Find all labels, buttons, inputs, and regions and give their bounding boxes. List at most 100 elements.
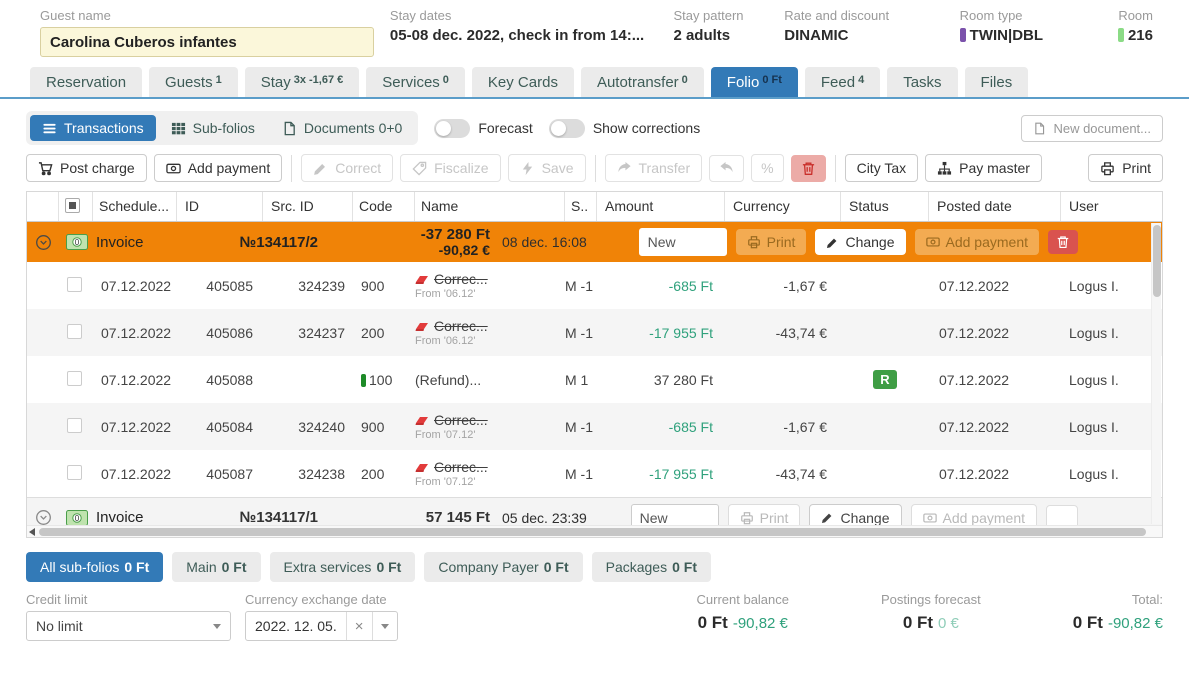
- pay-master-button[interactable]: Pay master: [925, 154, 1042, 182]
- invoice-change-button[interactable]: Change: [815, 229, 905, 255]
- undo-arrow-icon: [719, 161, 734, 176]
- invoice-delete-button[interactable]: [1048, 230, 1078, 254]
- subfolio-tab-main[interactable]: Main0 Ft: [172, 552, 260, 582]
- add-payment-button[interactable]: Add payment: [154, 154, 283, 182]
- exchange-date-picker[interactable]: 2022. 12. 05. ×: [245, 611, 398, 641]
- scroll-left-arrow-icon[interactable]: [29, 528, 35, 536]
- col-schedule[interactable]: Schedule...: [93, 192, 177, 221]
- table-row[interactable]: 07.12.2022 405088 100 (Refund)... M 1 37…: [27, 356, 1162, 403]
- tab-feed[interactable]: Feed4: [805, 67, 880, 97]
- col-code[interactable]: Code: [353, 192, 415, 221]
- credit-limit-select[interactable]: No limit: [26, 611, 231, 641]
- invoice-delete-button[interactable]: [1046, 505, 1078, 526]
- transfer-button[interactable]: Transfer: [605, 154, 703, 182]
- documents-view-button[interactable]: Documents 0+0: [270, 115, 414, 141]
- invoice-number: №134117/2: [240, 234, 318, 251]
- city-tax-button[interactable]: City Tax: [845, 154, 919, 182]
- row-checkbox[interactable]: [67, 465, 82, 480]
- col-posted-date[interactable]: Posted date: [929, 192, 1061, 221]
- chevron-down-icon: [213, 624, 221, 629]
- correct-button[interactable]: Correct: [301, 154, 393, 182]
- col-currency[interactable]: Currency: [725, 192, 841, 221]
- col-id[interactable]: ID: [177, 192, 263, 221]
- col-status[interactable]: Status: [841, 192, 929, 221]
- discount-percent-button[interactable]: %: [751, 154, 783, 182]
- show-corrections-toggle-track[interactable]: [549, 119, 585, 138]
- cell-src-id: 324239: [263, 278, 353, 294]
- row-checkbox[interactable]: [67, 418, 82, 433]
- subfolio-tab-all[interactable]: All sub-folios0 Ft: [26, 552, 163, 582]
- col-user[interactable]: User: [1061, 192, 1162, 221]
- tab-tasks[interactable]: Tasks: [887, 67, 957, 97]
- svg-text:0: 0: [75, 238, 80, 247]
- invoice-group-row[interactable]: 0 Invoice №134117/1 57 145 Ft 05 dec. 23…: [27, 497, 1162, 525]
- table-row[interactable]: 07.12.2022 405085 324239 900 Correc... F…: [27, 262, 1162, 309]
- cell-id: 405084: [177, 419, 263, 435]
- new-document-button[interactable]: New document...: [1021, 115, 1163, 142]
- tab-folio[interactable]: Folio0 Ft: [711, 67, 798, 97]
- post-charge-button[interactable]: Post charge: [26, 154, 147, 182]
- subfolios-view-button[interactable]: Sub-folios: [159, 115, 267, 141]
- cell-id: 405087: [177, 466, 263, 482]
- reservation-tabs: Reservation Guests1 Stay3x -1,67 € Servi…: [0, 67, 1189, 99]
- vertical-scrollbar[interactable]: [1151, 223, 1161, 524]
- table-row[interactable]: 07.12.2022 405084 324240 900 Correc... F…: [27, 403, 1162, 450]
- subfolio-tab-extra-services[interactable]: Extra services0 Ft: [270, 552, 416, 582]
- guest-name-input[interactable]: [40, 27, 374, 57]
- show-corrections-toggle[interactable]: Show corrections: [549, 119, 700, 138]
- invoice-change-button[interactable]: Change: [809, 504, 901, 526]
- date-dropdown-button[interactable]: [372, 612, 397, 640]
- row-checkbox[interactable]: [67, 371, 82, 386]
- select-all-checkbox[interactable]: [65, 198, 80, 213]
- col-name[interactable]: Name: [415, 192, 565, 221]
- room-type-color-icon: [960, 28, 966, 42]
- tab-services[interactable]: Services0: [366, 67, 465, 97]
- cell-name: Correc... From '07.12': [415, 412, 565, 441]
- row-checkbox[interactable]: [67, 324, 82, 339]
- tab-key-cards[interactable]: Key Cards: [472, 67, 574, 97]
- invoice-status-input[interactable]: [631, 504, 719, 526]
- vertical-scrollbar-thumb[interactable]: [1153, 225, 1161, 297]
- invoice-type-label: Invoice: [96, 234, 144, 251]
- col-s[interactable]: S..: [565, 192, 597, 221]
- col-src-id[interactable]: Src. ID: [263, 192, 353, 221]
- exchange-date-label: Currency exchange date: [245, 592, 398, 607]
- trash-icon: [1056, 235, 1070, 249]
- forecast-toggle-track[interactable]: [434, 119, 470, 138]
- horizontal-scrollbar-thumb[interactable]: [39, 528, 1146, 536]
- tab-stay[interactable]: Stay3x -1,67 €: [245, 67, 360, 97]
- collapse-chevron-icon[interactable]: [35, 509, 52, 525]
- row-checkbox[interactable]: [67, 277, 82, 292]
- tab-guests[interactable]: Guests1: [149, 67, 238, 97]
- horizontal-scrollbar[interactable]: [27, 525, 1162, 537]
- tab-reservation[interactable]: Reservation: [30, 67, 142, 97]
- print-button[interactable]: Print: [1088, 154, 1163, 182]
- tab-autotransfer[interactable]: Autotransfer0: [581, 67, 704, 97]
- col-amount[interactable]: Amount: [597, 192, 725, 221]
- exchange-date-value[interactable]: 2022. 12. 05.: [246, 618, 346, 634]
- delete-button[interactable]: [791, 155, 826, 182]
- table-row[interactable]: 07.12.2022 405086 324237 200 Correc... F…: [27, 309, 1162, 356]
- folio-footer: Credit limit No limit Currency exchange …: [26, 592, 1163, 641]
- cell-name: Correc... From '06.12': [415, 271, 565, 300]
- invoice-print-button[interactable]: Print: [728, 504, 801, 526]
- forecast-toggle[interactable]: Forecast: [434, 119, 532, 138]
- undo-button[interactable]: [709, 155, 744, 182]
- invoice-add-payment-button[interactable]: Add payment: [911, 504, 1038, 526]
- invoice-status-input[interactable]: [639, 228, 727, 256]
- postings-forecast-ft: 0 Ft: [903, 613, 933, 632]
- invoice-print-button[interactable]: Print: [736, 229, 807, 255]
- clear-date-button[interactable]: ×: [346, 612, 372, 640]
- collapse-chevron-icon[interactable]: [35, 234, 52, 251]
- table-row[interactable]: 07.12.2022 405087 324238 200 Correc... F…: [27, 450, 1162, 497]
- fiscalize-button[interactable]: Fiscalize: [400, 154, 500, 182]
- save-button[interactable]: Save: [508, 154, 586, 182]
- transactions-view-button[interactable]: Transactions: [30, 115, 156, 141]
- tab-files[interactable]: Files: [965, 67, 1029, 97]
- cell-code: 200: [353, 325, 415, 341]
- subfolio-tab-company-payer[interactable]: Company Payer0 Ft: [424, 552, 582, 582]
- subfolio-tab-packages[interactable]: Packages0 Ft: [592, 552, 711, 582]
- invoice-add-payment-button[interactable]: Add payment: [915, 229, 1040, 255]
- forecast-toggle-label: Forecast: [478, 120, 532, 136]
- invoice-group-row-selected[interactable]: 0 Invoice №134117/2 -37 280 Ft -90,82 € …: [27, 222, 1162, 262]
